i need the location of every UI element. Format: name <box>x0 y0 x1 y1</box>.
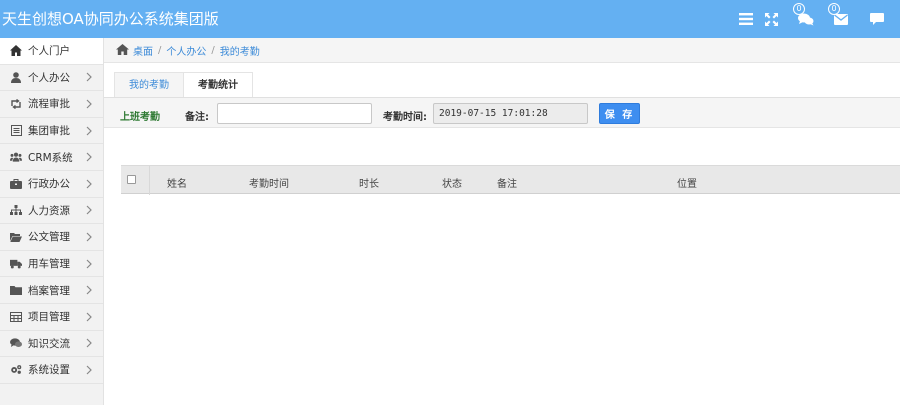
chevron-right-icon <box>85 232 93 242</box>
sidebar-item-label: 流程审批 <box>28 98 70 111</box>
breadcrumb-link-personal-office[interactable]: 个人办公 <box>166 43 206 58</box>
sidebar-item-projects[interactable]: 项目管理 <box>0 304 103 331</box>
sidebar-item-label: 个人门户 <box>28 45 70 58</box>
fullscreen-icon[interactable] <box>762 10 780 28</box>
tab-bar: 我的考勤 考勤统计 <box>114 72 253 97</box>
mail-badge: 0 <box>828 3 840 15</box>
chat-badge: 0 <box>793 3 805 15</box>
sidebar: 个人门户 个人办公 流程审批 集团审批 CRM系统 行政办公 人力资源 公文管理… <box>0 38 104 405</box>
sidebar-item-workflow[interactable]: 流程审批 <box>0 91 103 118</box>
chevron-right-icon <box>85 365 93 375</box>
sidebar-item-documents[interactable]: 公文管理 <box>0 224 103 251</box>
sidebar-item-label: 项目管理 <box>28 311 70 324</box>
breadcrumb-separator: / <box>211 44 215 56</box>
chat-icon[interactable]: 0 <box>793 3 815 28</box>
chevron-right-icon <box>85 312 93 322</box>
attendance-type-label: 上班考勤 <box>120 112 160 123</box>
sidebar-item-group-approval[interactable]: 集团审批 <box>0 118 103 145</box>
folder-open-icon <box>10 231 22 243</box>
tab-my-attendance[interactable]: 我的考勤 <box>114 72 184 97</box>
breadcrumb-link-desktop[interactable]: 桌面 <box>133 43 153 58</box>
attendance-table-header: 姓名 考勤时间 时长 状态 备注 位置 <box>121 165 900 195</box>
home-icon <box>116 44 129 56</box>
mail-icon[interactable]: 0 <box>828 3 850 28</box>
sidebar-item-crm[interactable]: CRM系统 <box>0 144 103 171</box>
column-header-status: 状态 <box>442 179 462 190</box>
breadcrumb-link-my-attendance[interactable]: 我的考勤 <box>220 43 260 58</box>
sidebar-item-portal[interactable]: 个人门户 <box>0 38 103 65</box>
sidebar-item-label: 人力资源 <box>28 204 70 217</box>
message-icon[interactable] <box>868 10 886 28</box>
column-header-time: 考勤时间 <box>249 179 289 190</box>
column-header-note: 备注 <box>497 179 517 190</box>
chevron-right-icon <box>85 259 93 269</box>
chevron-right-icon <box>85 338 93 348</box>
note-label: 备注: <box>185 112 209 123</box>
column-header-location: 位置 <box>677 179 697 190</box>
note-input[interactable] <box>217 103 372 124</box>
briefcase-icon <box>10 178 22 190</box>
sidebar-item-archives[interactable]: 档案管理 <box>0 277 103 304</box>
users-icon <box>10 151 22 163</box>
attendance-form: 上班考勤 备注: 考勤时间: 保 存 <box>104 98 900 128</box>
main-content: 我的考勤 考勤统计 上班考勤 备注: 考勤时间: 保 存 姓名 考勤时间 时长 … <box>104 63 900 405</box>
save-button[interactable]: 保 存 <box>599 103 640 124</box>
sidebar-item-label: 个人办公 <box>28 71 70 84</box>
chevron-right-icon <box>85 205 93 215</box>
sidebar-item-label: 集团审批 <box>28 125 70 138</box>
chevron-right-icon <box>85 179 93 189</box>
chevron-right-icon <box>85 285 93 295</box>
sidebar-item-settings[interactable]: 系统设置 <box>0 357 103 384</box>
select-all-checkbox[interactable] <box>127 175 136 184</box>
sidebar-item-label: 用车管理 <box>28 258 70 271</box>
chevron-right-icon <box>85 72 93 82</box>
attendance-time-label: 考勤时间: <box>383 112 427 123</box>
app-title: 天生创想OA协同办公系统集团版 <box>2 10 219 28</box>
home-icon <box>10 45 22 57</box>
list-icon <box>10 125 22 137</box>
sidebar-item-label: CRM系统 <box>28 151 73 164</box>
column-header-duration: 时长 <box>359 179 379 190</box>
sidebar-item-label: 知识交流 <box>28 337 70 350</box>
comments-icon <box>10 337 22 349</box>
sidebar-item-label: 行政办公 <box>28 178 70 191</box>
column-header-name: 姓名 <box>167 179 187 190</box>
chevron-right-icon <box>85 152 93 162</box>
breadcrumb-separator: / <box>158 44 162 56</box>
sidebar-item-vehicles[interactable]: 用车管理 <box>0 251 103 278</box>
cogs-icon <box>10 364 22 376</box>
column-divider <box>149 166 150 195</box>
chevron-right-icon <box>85 126 93 136</box>
sidebar-item-knowledge[interactable]: 知识交流 <box>0 331 103 358</box>
sitemap-icon <box>10 204 22 216</box>
attendance-time-input[interactable] <box>433 103 588 124</box>
tab-attendance-stats[interactable]: 考勤统计 <box>184 72 253 97</box>
user-icon <box>10 71 22 83</box>
retweet-icon <box>10 98 22 110</box>
folder-icon <box>10 284 22 296</box>
sidebar-item-hr[interactable]: 人力资源 <box>0 198 103 225</box>
chevron-right-icon <box>85 99 93 109</box>
breadcrumb: 桌面 / 个人办公 / 我的考勤 <box>104 38 900 63</box>
menu-icon[interactable] <box>737 10 755 28</box>
sidebar-item-label: 公文管理 <box>28 231 70 244</box>
truck-icon <box>10 258 22 270</box>
sidebar-item-admin-office[interactable]: 行政办公 <box>0 171 103 198</box>
top-navbar: 天生创想OA协同办公系统集团版 0 0 <box>0 0 900 38</box>
sidebar-item-personal-office[interactable]: 个人办公 <box>0 65 103 92</box>
sidebar-item-label: 档案管理 <box>28 284 70 297</box>
table-icon <box>10 311 22 323</box>
sidebar-item-label: 系统设置 <box>28 364 70 377</box>
